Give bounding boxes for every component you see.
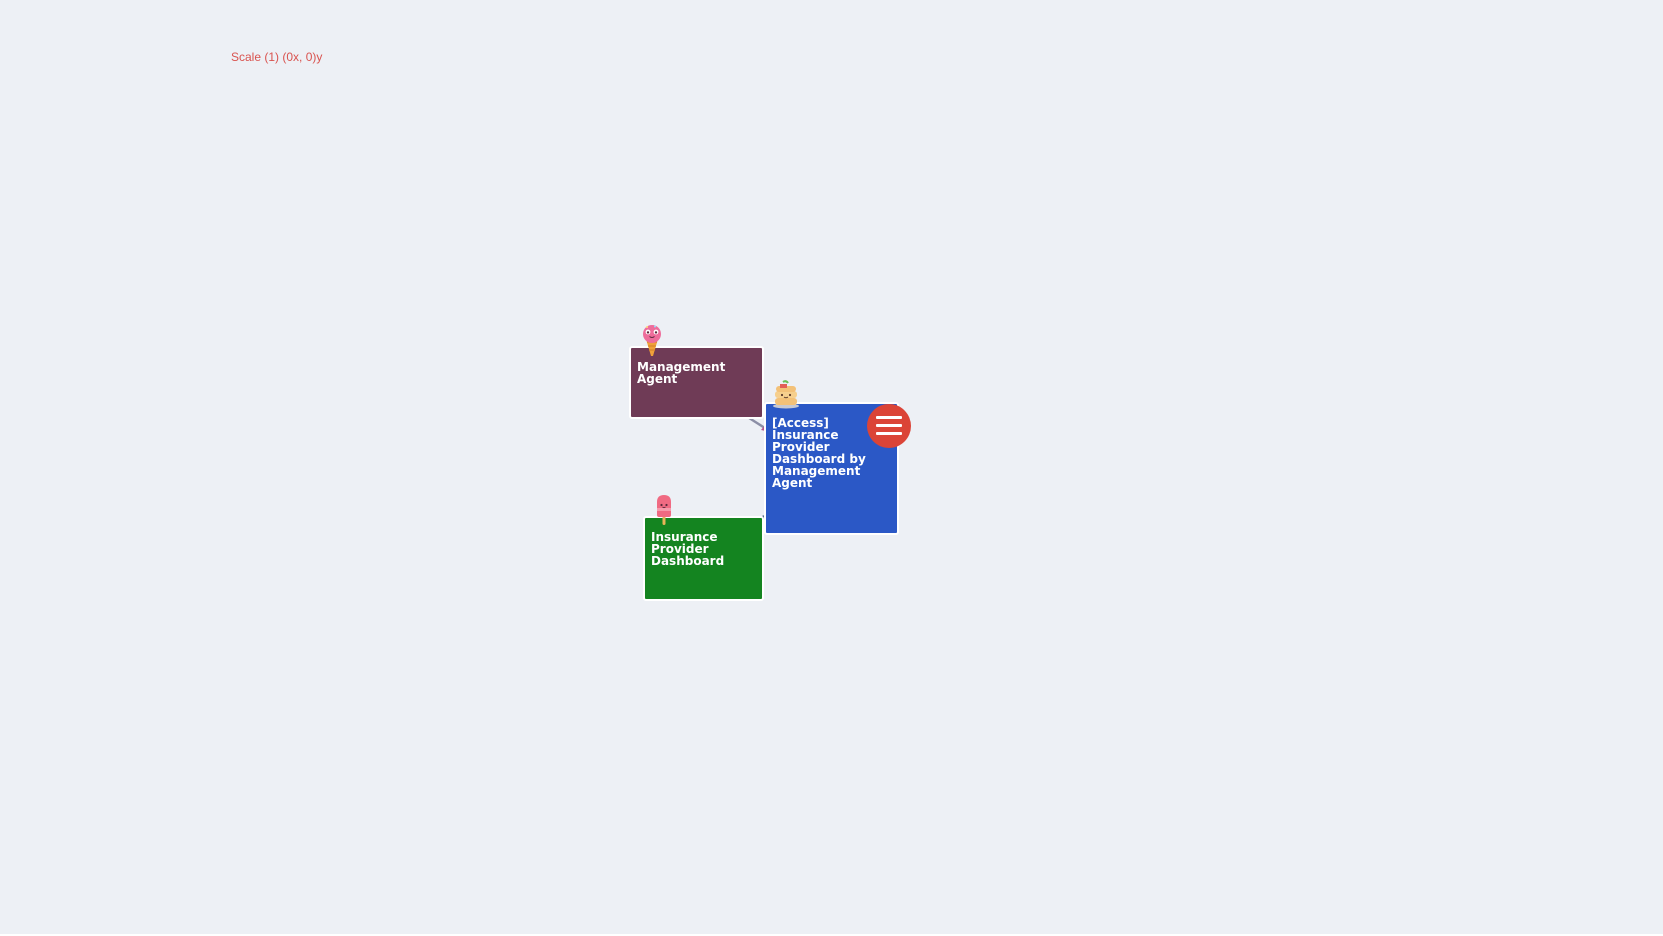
hamburger-menu-icon-bar [876,424,902,427]
node-insurance-provider-dashboard[interactable]: Insurance Provider Dashboard [643,516,764,601]
popsicle-mascot-icon [657,495,671,525]
pancake-stack-mascot-icon [773,380,799,409]
ice-cream-cone-mascot-icon [643,325,661,356]
node-label: Insurance Provider Dashboard [651,530,725,568]
menu-button[interactable] [867,404,911,448]
hamburger-menu-icon [876,416,902,419]
hamburger-menu-icon-bar [876,432,902,435]
node-label: Management Agent [637,360,726,386]
